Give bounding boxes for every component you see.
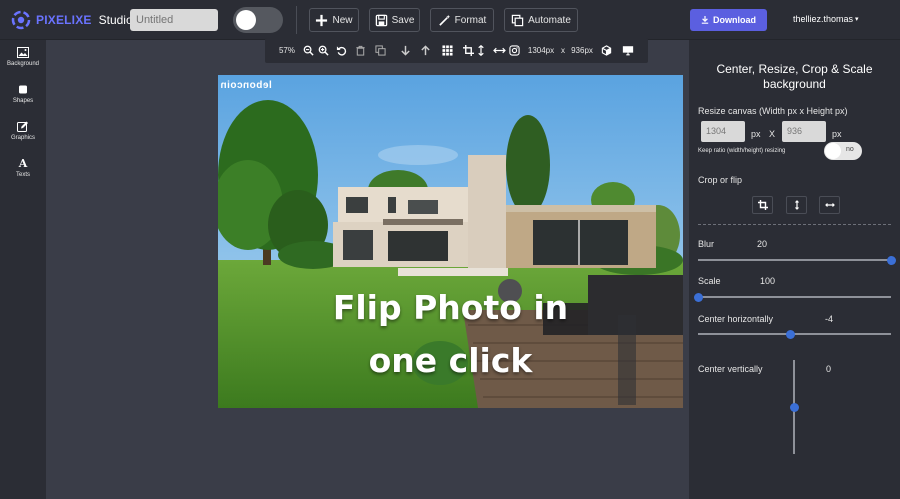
properties-panel: Center, Resize, Crop & Scale background … bbox=[689, 40, 900, 499]
scale-slider-thumb[interactable] bbox=[693, 292, 703, 302]
panel-title: Center, Resize, Crop & Scale background bbox=[716, 62, 873, 91]
flip-vertical-button[interactable] bbox=[786, 196, 807, 214]
flip-horizontal-button[interactable] bbox=[819, 196, 840, 214]
format-label: Format bbox=[454, 14, 487, 26]
sidebar-item-label: Shapes bbox=[12, 98, 34, 104]
copy-icon bbox=[511, 14, 524, 26]
toggle-knob bbox=[236, 10, 256, 30]
square-icon bbox=[19, 85, 27, 94]
center-horizontal-label: Center horizontally bbox=[698, 314, 774, 324]
blur-label: Blur bbox=[698, 239, 715, 249]
new-button[interactable]: New bbox=[309, 8, 359, 32]
download-icon bbox=[701, 16, 709, 24]
caret-down-icon: ▾ bbox=[855, 16, 859, 23]
canvas-height-label: 936px bbox=[571, 46, 593, 55]
save-icon bbox=[375, 14, 387, 26]
duplicate-icon[interactable] bbox=[374, 44, 386, 57]
blur-slider-thumb[interactable] bbox=[886, 255, 896, 265]
canvas-toolbar: 57% 1304px x 936px bbox=[265, 38, 648, 63]
logo-icon bbox=[11, 10, 31, 30]
image-icon bbox=[17, 47, 29, 58]
mode-toggle[interactable] bbox=[233, 7, 283, 33]
save-label: Save bbox=[391, 14, 415, 26]
overlay-text-line2[interactable]: one click bbox=[218, 341, 683, 380]
height-input[interactable]: 936 bbox=[782, 121, 826, 142]
times-sign: X bbox=[769, 129, 776, 139]
canvas-width-label: 1304px bbox=[527, 46, 555, 55]
scale-value: 100 bbox=[760, 276, 776, 286]
sidebar-item-label: Graphics bbox=[10, 135, 35, 141]
section-divider bbox=[698, 224, 891, 225]
watermark-text: leboncoin bbox=[220, 80, 272, 91]
blur-slider[interactable] bbox=[698, 259, 891, 261]
center-horizontal-value: -4 bbox=[825, 314, 834, 324]
keep-ratio-toggle[interactable]: no bbox=[824, 142, 862, 160]
width-unit: px bbox=[751, 129, 761, 139]
save-button[interactable]: Save bbox=[369, 8, 420, 32]
design-canvas[interactable]: leboncoin Flip Photo in one click bbox=[218, 75, 683, 408]
undo-icon[interactable] bbox=[335, 44, 347, 57]
move-down-icon[interactable] bbox=[399, 44, 411, 57]
width-icon[interactable] bbox=[492, 44, 506, 57]
blur-value: 20 bbox=[757, 239, 768, 249]
zoom-out-icon[interactable] bbox=[302, 44, 314, 57]
width-input[interactable]: 1304 bbox=[701, 121, 745, 142]
divider bbox=[296, 6, 297, 34]
height-icon[interactable] bbox=[477, 44, 485, 57]
move-up-icon[interactable] bbox=[419, 44, 431, 57]
download-button[interactable]: Download bbox=[690, 9, 767, 31]
download-label: Download bbox=[713, 15, 756, 25]
zoom-in-icon[interactable] bbox=[317, 44, 329, 57]
crop-icon bbox=[757, 200, 768, 210]
logo-product: Studio bbox=[98, 13, 133, 27]
instagram-icon[interactable] bbox=[508, 44, 520, 57]
center-vertical-value: 0 bbox=[826, 364, 832, 374]
sidebar-item-background[interactable]: Background bbox=[0, 43, 46, 79]
top-bar: PIXELIXE Studio New Save Format Automate… bbox=[0, 0, 900, 40]
center-vertical-label: Center vertically bbox=[698, 364, 763, 374]
crop-flip-label: Crop or flip bbox=[698, 175, 743, 185]
sidebar-item-label: Background bbox=[6, 61, 40, 67]
grid-icon[interactable] bbox=[441, 44, 453, 57]
size-separator: x bbox=[561, 46, 565, 55]
automate-button[interactable]: Automate bbox=[504, 8, 578, 32]
3d-icon[interactable] bbox=[600, 44, 612, 57]
scale-slider[interactable] bbox=[698, 296, 891, 298]
zoom-level: 57% bbox=[278, 46, 295, 55]
flip-vertical-icon bbox=[794, 200, 799, 210]
resize-label: Resize canvas (Width px x Height px) bbox=[698, 106, 848, 116]
sidebar-item-label: Texts bbox=[15, 172, 30, 178]
overlay-text-line1[interactable]: Flip Photo in bbox=[218, 288, 683, 327]
user-name: thelliez.thomas bbox=[793, 14, 854, 24]
left-sidebar: Background Shapes Graphics A Texts bbox=[0, 40, 46, 499]
crop-button[interactable] bbox=[752, 196, 773, 214]
center-horizontal-slider-thumb[interactable] bbox=[786, 329, 796, 339]
text-icon: A bbox=[18, 157, 28, 170]
delete-icon[interactable] bbox=[354, 44, 366, 57]
toggle-knob bbox=[825, 143, 841, 159]
new-label: New bbox=[332, 14, 353, 26]
automate-label: Automate bbox=[528, 14, 571, 26]
height-unit: px bbox=[832, 129, 842, 139]
keep-ratio-label: Keep ratio (width/height) resizing bbox=[698, 148, 786, 154]
design-name-input[interactable] bbox=[130, 9, 218, 31]
keep-ratio-toggle-label: no bbox=[846, 146, 854, 153]
user-menu[interactable]: thelliez.thomas ▾ bbox=[793, 14, 859, 24]
sidebar-item-texts[interactable]: A Texts bbox=[0, 154, 46, 190]
sidebar-item-graphics[interactable]: Graphics bbox=[0, 117, 46, 153]
preview-icon[interactable] bbox=[621, 44, 635, 57]
magic-wand-icon bbox=[438, 14, 450, 26]
plus-icon bbox=[316, 14, 328, 26]
crop-icon[interactable] bbox=[462, 44, 474, 57]
sidebar-item-shapes[interactable]: Shapes bbox=[0, 80, 46, 116]
edit-icon bbox=[17, 121, 28, 132]
format-button[interactable]: Format bbox=[430, 8, 494, 32]
flip-horizontal-icon bbox=[824, 203, 835, 207]
scale-label: Scale bbox=[698, 276, 721, 286]
logo[interactable]: PIXELIXE Studio bbox=[10, 9, 133, 31]
center-vertical-slider-thumb[interactable] bbox=[789, 402, 799, 412]
logo-brand: PIXELIXE bbox=[36, 13, 92, 27]
